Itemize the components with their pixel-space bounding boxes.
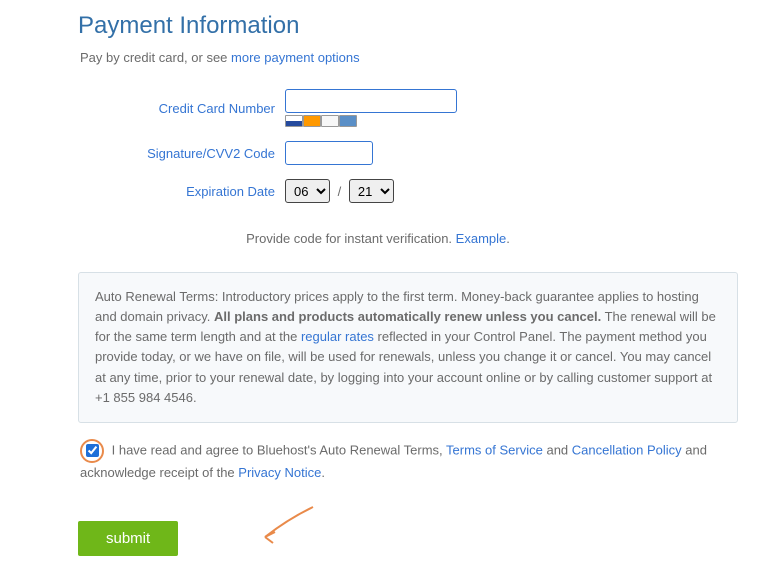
regular-rates-link[interactable]: regular rates bbox=[301, 329, 374, 344]
privacy-notice-link[interactable]: Privacy Notice bbox=[238, 465, 321, 480]
intro-text: Pay by credit card, or see more payment … bbox=[80, 50, 738, 65]
credit-card-input[interactable] bbox=[285, 89, 457, 113]
verify-text: Provide code for instant verification. bbox=[246, 231, 456, 246]
terms-bold: All plans and products automatically ren… bbox=[214, 309, 601, 324]
page-title: Payment Information bbox=[78, 12, 738, 40]
verify-row: Provide code for instant verification. E… bbox=[78, 231, 738, 246]
discover-icon bbox=[321, 115, 339, 127]
agree-checkbox[interactable] bbox=[86, 444, 99, 457]
exp-month-select[interactable]: 06 bbox=[285, 179, 330, 203]
verify-example-link[interactable]: Example bbox=[456, 231, 507, 246]
exp-year-select[interactable]: 21 bbox=[349, 179, 394, 203]
cc-label: Credit Card Number bbox=[78, 101, 285, 116]
cvv-label: Signature/CVV2 Code bbox=[78, 146, 285, 161]
agree-block: I have read and agree to Bluehost's Auto… bbox=[78, 439, 738, 483]
auto-renewal-terms-box: Auto Renewal Terms: Introductory prices … bbox=[78, 272, 738, 423]
visa-icon bbox=[285, 115, 303, 127]
agree-and1: and bbox=[543, 442, 572, 457]
mastercard-icon bbox=[303, 115, 321, 127]
exp-label: Expiration Date bbox=[78, 184, 285, 199]
annotation-arrow-icon bbox=[253, 499, 323, 549]
submit-button[interactable]: submit bbox=[78, 521, 178, 556]
intro-prefix: Pay by credit card, or see bbox=[80, 50, 231, 65]
amex-icon bbox=[339, 115, 357, 127]
card-brand-icons bbox=[285, 115, 457, 127]
terms-of-service-link[interactable]: Terms of Service bbox=[446, 442, 543, 457]
verify-dot: . bbox=[506, 231, 510, 246]
agree-checkbox-highlight bbox=[80, 439, 104, 463]
more-payment-options-link[interactable]: more payment options bbox=[231, 50, 360, 65]
cancellation-policy-link[interactable]: Cancellation Policy bbox=[572, 442, 682, 457]
cvv-input[interactable] bbox=[285, 141, 373, 165]
exp-slash: / bbox=[338, 184, 342, 199]
agree-a1: I have read and agree to Bluehost's Auto… bbox=[108, 442, 446, 457]
agree-dot: . bbox=[321, 465, 325, 480]
